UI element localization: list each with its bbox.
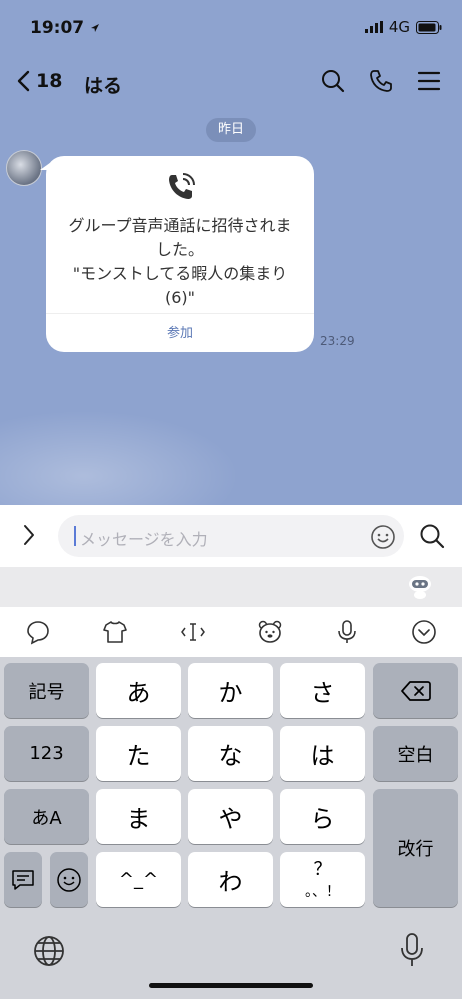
chevron-down-circle-icon <box>412 620 436 644</box>
toolbar-collapse-button[interactable] <box>411 619 437 645</box>
toolbar-theme-button[interactable] <box>102 619 128 645</box>
globe-icon <box>34 936 64 966</box>
key-delete[interactable] <box>373 663 458 718</box>
call-button[interactable] <box>368 68 394 94</box>
microphone-icon <box>401 933 423 966</box>
key-sa[interactable]: さ <box>280 663 365 718</box>
call-invite-bubble: グループ音声通話に招待されま した。 "モンストしてる暇人の集まり (6)" 参… <box>46 156 314 352</box>
chat-title: はる <box>84 75 123 97</box>
signal-icon <box>364 21 383 33</box>
key-a[interactable]: あ <box>96 663 181 718</box>
battery-icon <box>416 20 442 34</box>
key-ya[interactable]: や <box>188 789 273 844</box>
location-icon <box>91 24 100 32</box>
dictation-button[interactable] <box>397 932 427 972</box>
punct-top: ？ <box>313 858 332 880</box>
keyboard-toolbar <box>0 607 462 657</box>
key-emoji[interactable] <box>50 852 88 907</box>
message-search-button[interactable] <box>418 522 446 554</box>
comment-icon <box>12 869 34 890</box>
toolbar-cursor-button[interactable] <box>180 619 206 645</box>
globe-button[interactable] <box>32 934 66 972</box>
back-button[interactable]: 18 <box>16 70 62 92</box>
key-return[interactable]: 改行 <box>373 789 458 907</box>
text-caret <box>74 526 76 546</box>
assistant-button[interactable] <box>406 574 434 600</box>
status-time: 19:07 <box>30 18 100 38</box>
toolbar-voice-button[interactable] <box>334 619 360 645</box>
message-timestamp: 23:29 <box>320 334 355 348</box>
join-button[interactable]: 参加 <box>46 322 314 341</box>
key-chat-mode[interactable] <box>4 852 42 907</box>
smiley-icon <box>371 525 395 549</box>
message-input-placeholder: メッセージを入力 <box>80 530 208 549</box>
toolbar-chat-button[interactable] <box>25 619 51 645</box>
emoji-button[interactable] <box>370 524 396 554</box>
mode-switch-label: あA <box>31 807 62 829</box>
search-icon <box>420 524 445 549</box>
emoji-icon <box>57 867 81 892</box>
menu-button[interactable] <box>416 68 442 94</box>
key-mode-switch[interactable]: あA <box>4 789 89 844</box>
phone-icon <box>370 70 392 92</box>
key-ka[interactable]: か <box>188 663 273 718</box>
date-separator: 昨日 <box>206 118 256 142</box>
unread-count: 18 <box>36 70 63 92</box>
search-button[interactable] <box>320 68 346 94</box>
key-wa[interactable]: わ <box>188 852 273 907</box>
key-numbers[interactable]: 123 <box>4 726 89 781</box>
divider <box>46 313 314 314</box>
status-indicators: 4G <box>364 18 442 36</box>
key-punctuation[interactable]: ？ 。、！ <box>280 852 365 907</box>
speech-bubble-icon <box>27 621 49 645</box>
toolbar-sticker-button[interactable] <box>257 619 283 645</box>
suggestion-bar <box>0 567 462 607</box>
shirt-icon <box>103 621 127 643</box>
expand-button[interactable] <box>22 524 36 550</box>
key-na[interactable]: な <box>188 726 273 781</box>
key-ta[interactable]: た <box>96 726 181 781</box>
menu-icon <box>417 71 441 91</box>
punct-bottom: 。、！ <box>305 883 340 900</box>
bear-icon <box>258 620 282 643</box>
search-icon <box>322 70 345 93</box>
backspace-icon <box>400 680 431 701</box>
invite-message-text: グループ音声通話に招待されま した。 "モンストしてる暇人の集まり (6)" <box>68 216 292 307</box>
key-symbols[interactable]: 記号 <box>4 663 89 718</box>
key-ra[interactable]: ら <box>280 789 365 844</box>
chevron-right-icon <box>24 525 34 545</box>
key-ha[interactable]: は <box>280 726 365 781</box>
key-space[interactable]: 空白 <box>373 726 458 781</box>
robot-icon <box>409 576 431 599</box>
cloud-decoration <box>0 410 240 505</box>
home-indicator <box>149 983 313 988</box>
network-label: 4G <box>388 18 410 36</box>
text-cursor-icon <box>181 623 205 641</box>
chevron-left-icon <box>17 70 30 92</box>
avatar[interactable] <box>6 150 42 186</box>
phone-call-icon <box>169 173 195 199</box>
key-kaomoji[interactable]: ^_^ <box>96 852 181 907</box>
key-ma[interactable]: ま <box>96 789 181 844</box>
microphone-icon <box>338 620 356 643</box>
